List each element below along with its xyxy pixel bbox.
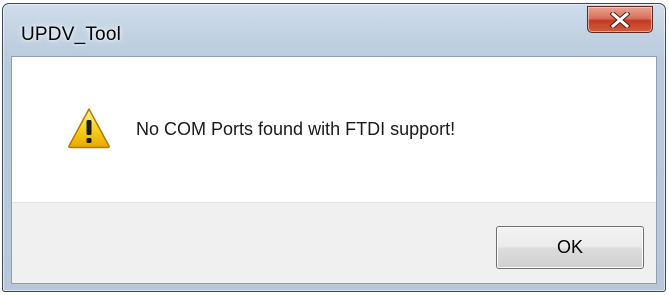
ok-button[interactable]: OK bbox=[496, 226, 644, 269]
message-box-window: UPDV_Tool No COM Ports found with FTDI s… bbox=[2, 3, 666, 292]
close-button[interactable] bbox=[587, 6, 653, 33]
message-text: No COM Ports found with FTDI support! bbox=[136, 119, 456, 139]
message-area: No COM Ports found with FTDI support! bbox=[12, 57, 656, 202]
title-bar[interactable]: UPDV_Tool bbox=[3, 4, 665, 56]
button-area: OK bbox=[12, 202, 656, 283]
close-x-icon bbox=[610, 11, 630, 28]
warning-icon bbox=[67, 107, 111, 149]
dialog-client-area: No COM Ports found with FTDI support! OK bbox=[11, 56, 657, 284]
window-title: UPDV_Tool bbox=[21, 24, 122, 45]
